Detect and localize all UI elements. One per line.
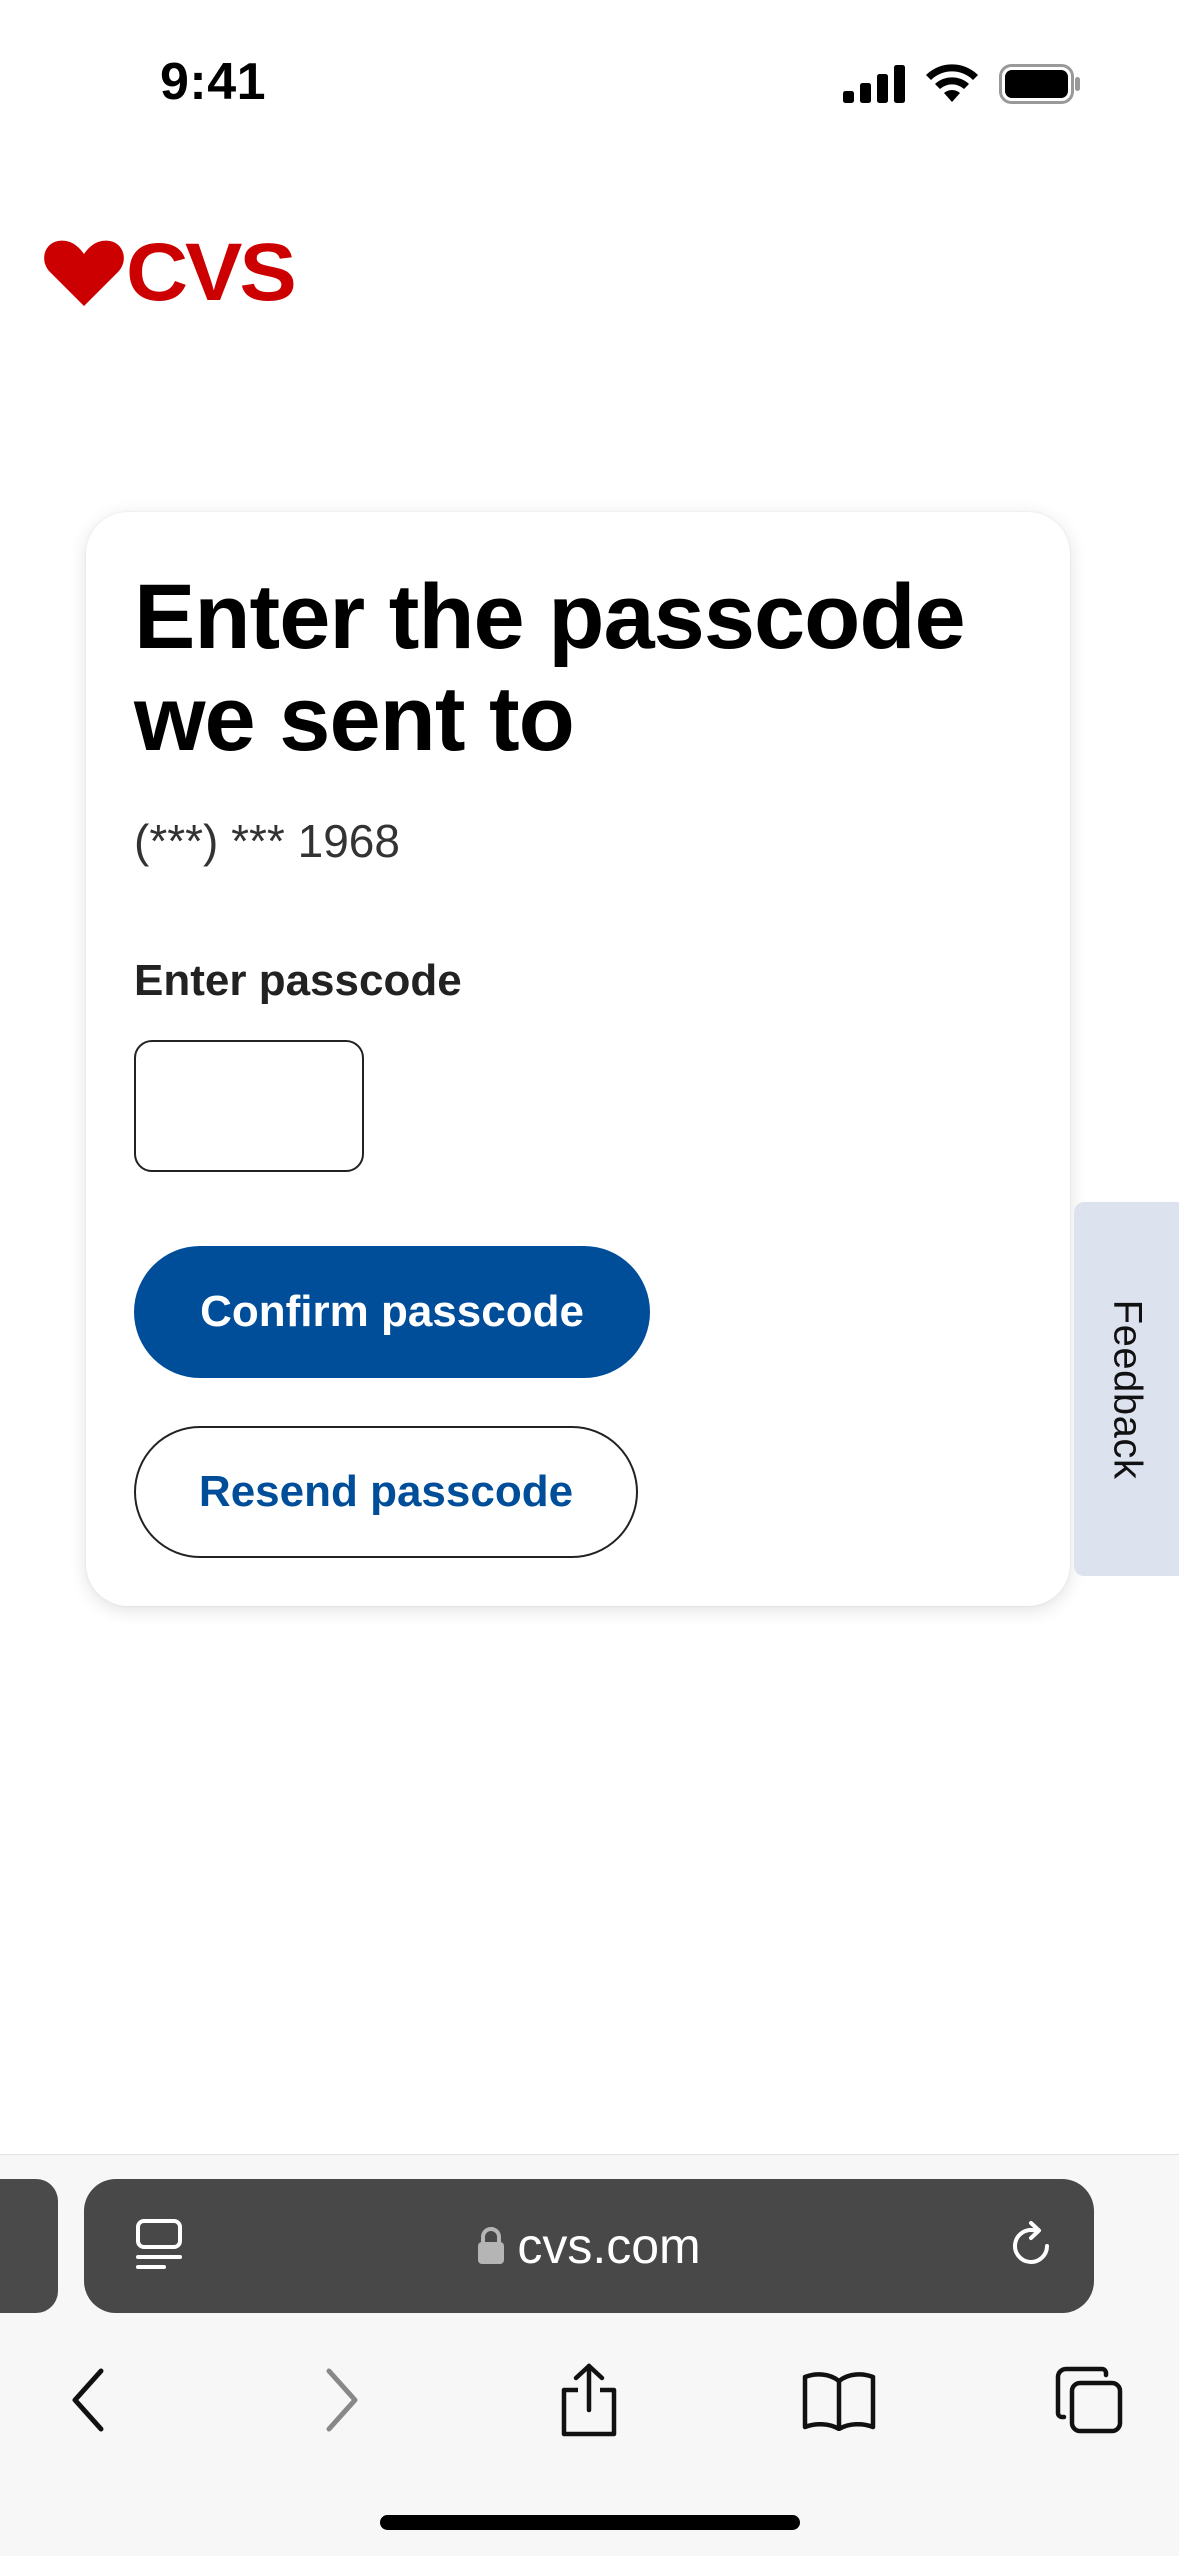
lock-icon [478,2227,505,2264]
wifi-icon [926,64,978,102]
bookmarks-button[interactable] [794,2355,884,2445]
battery-icon [999,64,1080,104]
feedback-tab[interactable]: Feedback [1074,1202,1179,1576]
forward-button[interactable] [296,2355,386,2445]
tabs-icon [1055,2366,1123,2434]
status-bar: 9:41 [0,0,1179,170]
url-display[interactable]: cvs.com [84,2179,1094,2313]
url-text: cvs.com [517,2218,701,2274]
page-title: Enter the passcode we sent to [134,566,966,770]
masked-phone-number: (***) *** 1968 [134,815,400,867]
cellular-signal-icon [843,65,905,103]
confirm-passcode-button[interactable]: Confirm passcode [134,1246,650,1378]
home-indicator[interactable] [380,2515,800,2530]
heart-icon [44,240,124,306]
browser-toolbar [0,2355,1179,2465]
passcode-card: Enter the passcode we sent to (***) *** … [86,512,1070,1606]
back-icon [72,2368,104,2432]
cvs-logo[interactable]: CVS [44,232,297,314]
page: 9:41 CVS Enter the passcode we sent to (… [0,0,1179,2556]
bookmarks-icon [802,2372,876,2431]
status-icons [843,64,1081,104]
address-bar[interactable]: cvs.com [84,2179,1094,2313]
share-button[interactable] [544,2355,634,2445]
previous-tab-preview[interactable] [0,2179,58,2313]
back-button[interactable] [44,2355,134,2445]
browser-chrome: cvs.com [0,2154,1179,2556]
share-icon [561,2363,617,2437]
passcode-label: Enter passcode [134,956,462,1005]
passcode-input[interactable] [134,1040,364,1172]
logo-text: CVS [126,227,297,318]
feedback-label: Feedback [1105,1299,1150,1479]
resend-passcode-button[interactable]: Resend passcode [134,1426,638,1558]
forward-icon [326,2368,358,2432]
tabs-button[interactable] [1044,2355,1134,2445]
status-time: 9:41 [160,53,267,111]
reload-icon[interactable] [1004,2219,1058,2273]
